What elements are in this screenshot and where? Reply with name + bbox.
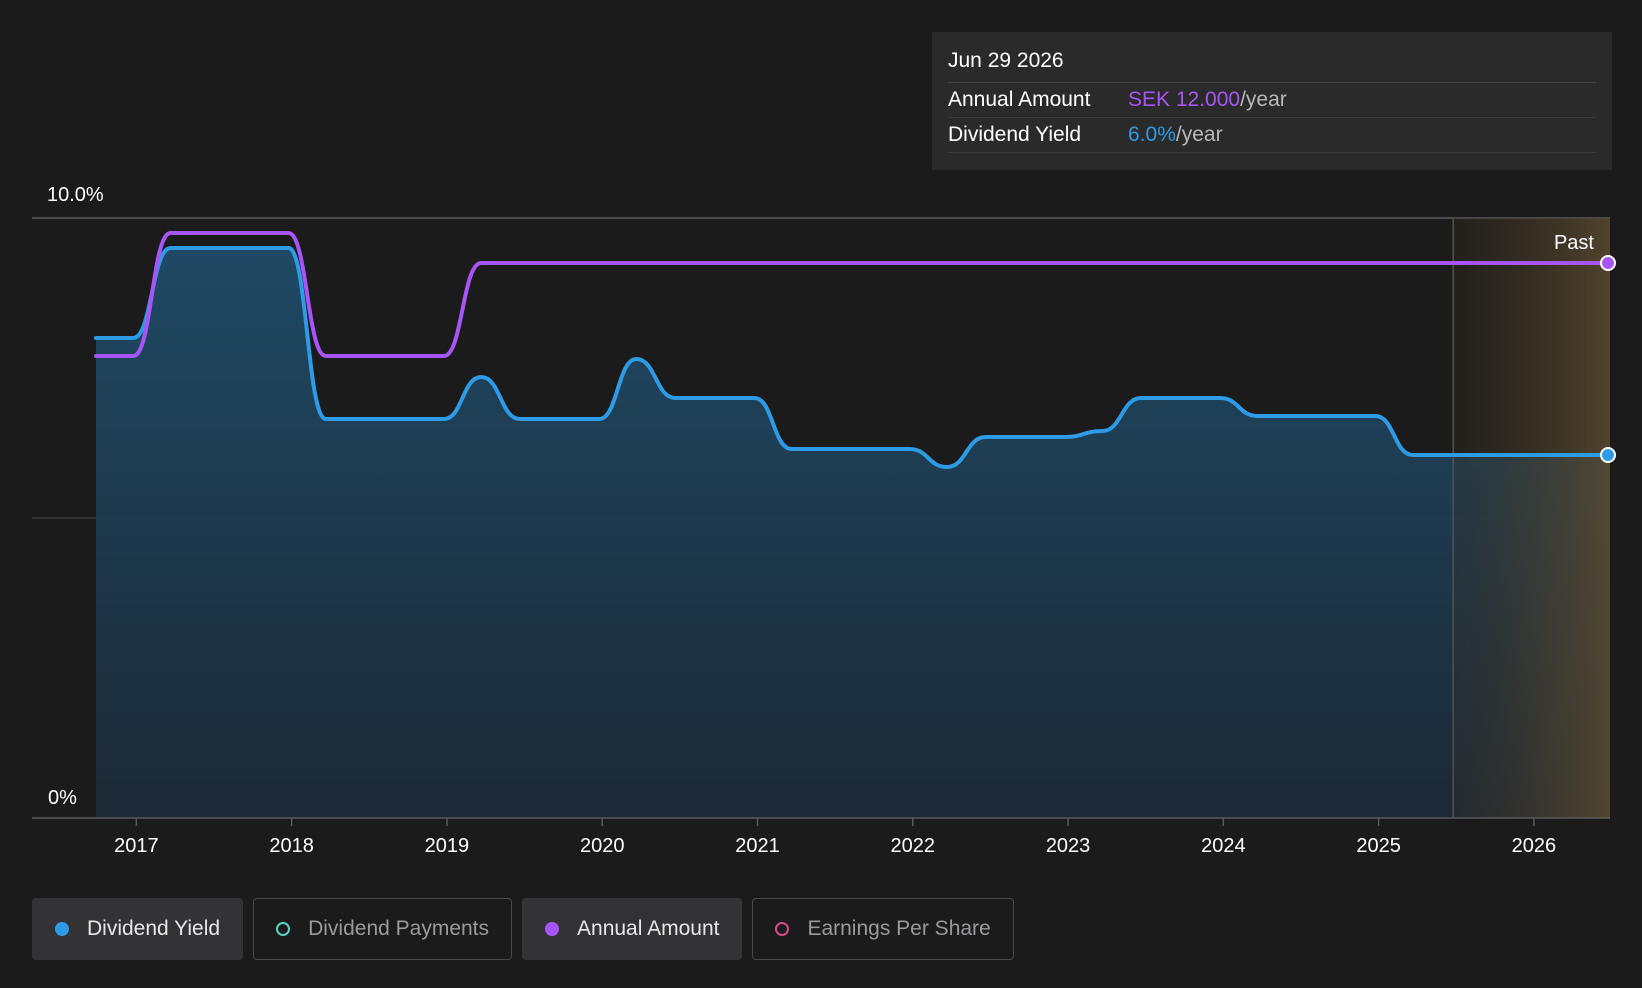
tooltip-unit: /year bbox=[1240, 88, 1287, 111]
legend-dot-icon bbox=[276, 922, 291, 936]
tooltip-value: 6.0% bbox=[1128, 123, 1176, 146]
y-tick-label: 0% bbox=[48, 787, 77, 809]
x-tick-label: 2023 bbox=[1046, 835, 1091, 857]
legend-label: Dividend Yield bbox=[87, 917, 221, 940]
past-region bbox=[1453, 218, 1610, 818]
y-tick-label: 10.0% bbox=[47, 184, 104, 206]
x-tick-label: 2017 bbox=[114, 835, 159, 857]
past-region-label: Past bbox=[1554, 232, 1594, 254]
legend-label: Annual Amount bbox=[577, 917, 720, 940]
series-line-annual-amount bbox=[94, 230, 1612, 358]
legend-dot-icon bbox=[775, 922, 790, 936]
x-tick-label: 2022 bbox=[891, 835, 936, 857]
chart-legend: Dividend Yield Dividend Payments Annual … bbox=[32, 898, 1014, 960]
series-area-dividend-yield bbox=[96, 248, 1610, 818]
legend-label: Dividend Payments bbox=[308, 917, 490, 940]
tooltip-row-annual-amount: Annual Amount SEK 12.000 /year bbox=[948, 83, 1596, 118]
series-end-point bbox=[1600, 447, 1616, 463]
legend-label: Earnings Per Share bbox=[807, 917, 991, 940]
x-tick-label: 2024 bbox=[1201, 835, 1246, 857]
x-tick-label: 2020 bbox=[580, 835, 625, 857]
x-tick-label: 2026 bbox=[1512, 835, 1557, 857]
tooltip-unit: /year bbox=[1175, 123, 1223, 146]
legend-item-annual-amount[interactable]: Annual Amount bbox=[522, 898, 743, 960]
tooltip-label: Annual Amount bbox=[948, 88, 1091, 111]
legend-item-dividend-payments[interactable]: Dividend Payments bbox=[253, 898, 513, 960]
tooltip: Jun 29 2026 Annual Amount SEK 12.000 /ye… bbox=[932, 32, 1612, 170]
x-tick-label: 2019 bbox=[425, 835, 470, 857]
legend-dot-icon bbox=[55, 922, 69, 936]
legend-item-earnings-per-share[interactable]: Earnings Per Share bbox=[752, 898, 1014, 960]
series-end-point bbox=[1600, 255, 1616, 271]
tooltip-label: Dividend Yield bbox=[948, 123, 1082, 146]
x-tick-label: 2018 bbox=[269, 835, 314, 857]
tooltip-row-dividend-yield: Dividend Yield 6.0% /year bbox=[948, 118, 1596, 153]
x-tick-label: 2021 bbox=[735, 835, 780, 857]
x-tick-label: 2025 bbox=[1356, 835, 1401, 857]
tooltip-date: Jun 29 2026 bbox=[948, 46, 1596, 83]
tooltip-value: SEK 12.000 bbox=[1128, 88, 1241, 111]
legend-item-dividend-yield[interactable]: Dividend Yield bbox=[32, 898, 244, 960]
legend-dot-icon bbox=[545, 922, 560, 936]
